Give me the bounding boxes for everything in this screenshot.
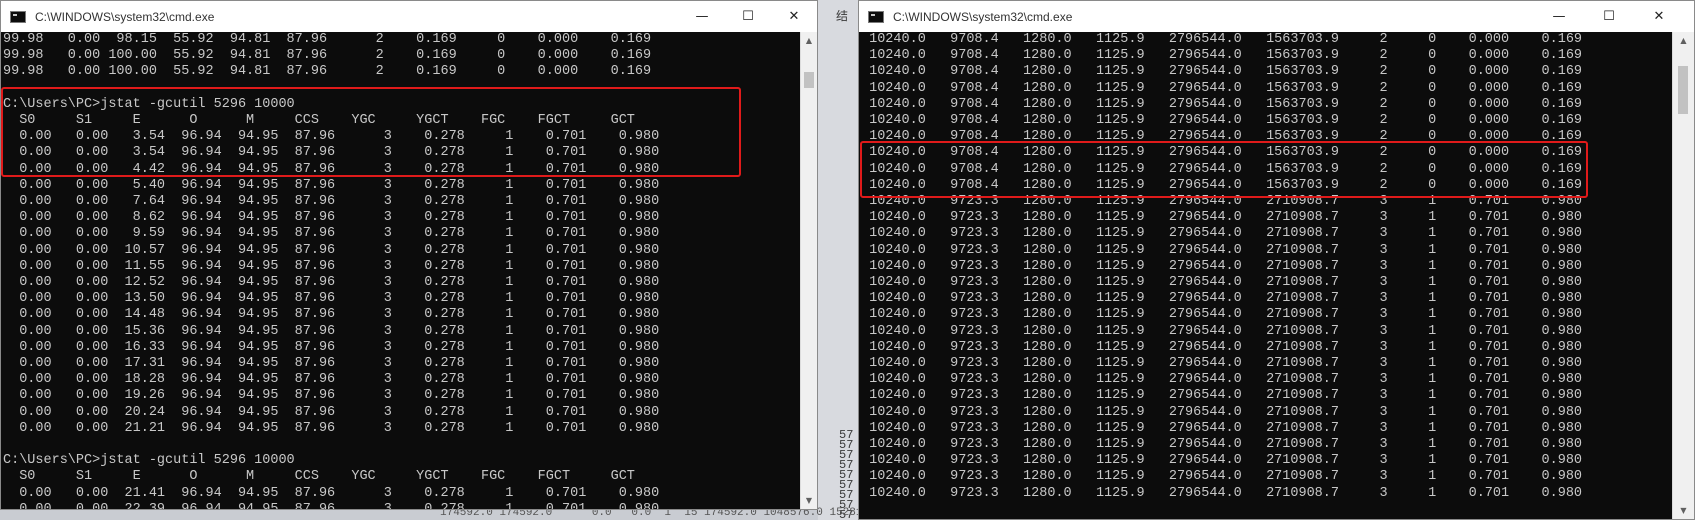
console-line: 0.00 0.00 9.59 96.94 94.95 87.96 3 0.278… <box>3 226 660 242</box>
maximize-icon: ☐ <box>1603 9 1615 24</box>
console-line: 10240.0 9723.3 1280.0 1125.9 2796544.0 2… <box>861 388 1583 404</box>
console-line: 10240.0 9708.4 1280.0 1125.9 2796544.0 1… <box>861 113 1583 129</box>
console-line: 10240.0 9708.4 1280.0 1125.9 2796544.0 1… <box>861 64 1583 80</box>
console-line: 10240.0 9723.3 1280.0 1125.9 2796544.0 2… <box>861 258 1583 274</box>
console-line: 10240.0 9708.4 1280.0 1125.9 2796544.0 1… <box>861 96 1583 112</box>
scrollbar-thumb[interactable] <box>804 72 814 88</box>
console-line: 10240.0 9723.3 1280.0 1125.9 2796544.0 2… <box>861 291 1583 307</box>
console-line: 10240.0 9708.4 1280.0 1125.9 2796544.0 1… <box>861 145 1583 161</box>
maximize-icon: ☐ <box>742 9 754 24</box>
console-line: 10240.0 9723.3 1280.0 1125.9 2796544.0 2… <box>861 469 1583 485</box>
console-line: 10240.0 9723.3 1280.0 1125.9 2796544.0 2… <box>861 323 1583 339</box>
left-console-output[interactable]: 99.98 0.00 98.15 55.92 94.81 87.96 2 0.1… <box>1 32 800 509</box>
left-scrollbar[interactable]: ▲ ▼ <box>800 32 817 509</box>
right-window-title: C:\WINDOWS\system32\cmd.exe <box>893 9 1073 24</box>
console-line: C:\Users\PC>jstat -gcutil 5296 10000 <box>3 453 295 469</box>
console-line: 0.00 0.00 21.21 96.94 94.95 87.96 3 0.27… <box>3 420 660 436</box>
console-line: 10240.0 9708.4 1280.0 1125.9 2796544.0 1… <box>861 80 1583 96</box>
console-line: 0.00 0.00 18.28 96.94 94.95 87.96 3 0.27… <box>3 372 660 388</box>
console-line: 10240.0 9723.3 1280.0 1125.9 2796544.0 2… <box>861 453 1583 469</box>
scroll-down-arrow-icon[interactable]: ▼ <box>801 492 817 509</box>
console-line: C:\Users\PC>jstat -gcutil 5296 10000 <box>3 96 295 112</box>
console-line: 0.00 0.00 20.24 96.94 94.95 87.96 3 0.27… <box>3 404 660 420</box>
right-console-output[interactable]: 10240.0 9708.4 1280.0 1125.9 2796544.0 1… <box>859 32 1672 519</box>
minimize-button[interactable]: — <box>1536 1 1582 32</box>
console-line: 0.00 0.00 7.64 96.94 94.95 87.96 3 0.278… <box>3 194 660 210</box>
console-line: 10240.0 9708.4 1280.0 1125.9 2796544.0 1… <box>861 129 1583 145</box>
console-line: 10240.0 9723.3 1280.0 1125.9 2796544.0 2… <box>861 437 1583 453</box>
console-line: 0.00 0.00 13.50 96.94 94.95 87.96 3 0.27… <box>3 291 660 307</box>
close-icon: ✕ <box>788 9 800 24</box>
console-line: 99.98 0.00 100.00 55.92 94.81 87.96 2 0.… <box>3 64 652 80</box>
right-scrollbar[interactable]: ▲ ▼ <box>1672 32 1694 519</box>
minimize-icon: — <box>695 9 709 24</box>
console-line: 10240.0 9723.3 1280.0 1125.9 2796544.0 2… <box>861 420 1583 436</box>
console-line: 10240.0 9723.3 1280.0 1125.9 2796544.0 2… <box>861 242 1583 258</box>
console-line: 0.00 0.00 4.42 96.94 94.95 87.96 3 0.278… <box>3 161 660 177</box>
left-cmd-window[interactable]: C:\WINDOWS\system32\cmd.exe — ☐ ✕ 99.98 … <box>0 0 818 510</box>
console-line: 0.00 0.00 16.33 96.94 94.95 87.96 3 0.27… <box>3 339 660 355</box>
scroll-down-arrow-icon[interactable]: ▼ <box>1673 502 1694 519</box>
console-line: 0.00 0.00 19.26 96.94 94.95 87.96 3 0.27… <box>3 388 660 404</box>
console-line: S0 S1 E O M CCS YGC YGCT FGC FGCT GCT <box>3 469 635 485</box>
left-window-title: C:\WINDOWS\system32\cmd.exe <box>35 9 215 24</box>
right-cmd-window[interactable]: C:\WINDOWS\system32\cmd.exe — ☐ ✕ 10240.… <box>858 0 1695 520</box>
console-line: 0.00 0.00 14.48 96.94 94.95 87.96 3 0.27… <box>3 307 660 323</box>
console-line: 0.00 0.00 3.54 96.94 94.95 87.96 3 0.278… <box>3 145 660 161</box>
console-line: 0.00 0.00 11.55 96.94 94.95 87.96 3 0.27… <box>3 258 660 274</box>
scroll-up-arrow-icon[interactable]: ▲ <box>1673 32 1694 49</box>
console-line: 0.00 0.00 17.31 96.94 94.95 87.96 3 0.27… <box>3 356 660 372</box>
console-line: 10240.0 9723.3 1280.0 1125.9 2796544.0 2… <box>861 275 1583 291</box>
cmd-app-icon <box>868 10 884 23</box>
close-button[interactable]: ✕ <box>771 1 817 32</box>
console-line: 0.00 0.00 10.57 96.94 94.95 87.96 3 0.27… <box>3 242 660 258</box>
console-line: 10240.0 9723.3 1280.0 1125.9 2796544.0 2… <box>861 210 1583 226</box>
console-line: S0 S1 E O M CCS YGC YGCT FGC FGCT GCT <box>3 113 635 129</box>
console-line: 0.00 0.00 22.39 96.94 94.95 87.96 3 0.27… <box>3 502 800 509</box>
close-icon: ✕ <box>1653 9 1665 24</box>
console-line: 10240.0 9723.3 1280.0 1125.9 2796544.0 2… <box>861 194 1583 210</box>
console-line: 10240.0 9708.4 1280.0 1125.9 2796544.0 1… <box>861 177 1583 193</box>
console-line: 10240.0 9723.3 1280.0 1125.9 2796544.0 2… <box>861 226 1583 242</box>
console-line: 99.98 0.00 98.15 55.92 94.81 87.96 2 0.1… <box>3 32 652 47</box>
console-line: 10240.0 9723.3 1280.0 1125.9 2796544.0 2… <box>861 307 1583 323</box>
console-line: 10240.0 9723.3 1280.0 1125.9 2796544.0 2… <box>861 339 1583 355</box>
scrollbar-thumb[interactable] <box>1678 66 1688 114</box>
close-button[interactable]: ✕ <box>1636 1 1682 32</box>
console-line: 99.98 0.00 100.00 55.92 94.81 87.96 2 0.… <box>3 48 652 64</box>
console-line: 10240.0 9723.3 1280.0 1125.9 2796544.0 2… <box>861 356 1583 372</box>
console-line: 10240.0 9723.3 1280.0 1125.9 2796544.0 2… <box>861 404 1583 420</box>
console-line: 10240.0 9708.4 1280.0 1125.9 2796544.0 1… <box>861 32 1583 47</box>
console-line: 0.00 0.00 5.40 96.94 94.95 87.96 3 0.278… <box>3 177 660 193</box>
console-line: 0.00 0.00 15.36 96.94 94.95 87.96 3 0.27… <box>3 323 660 339</box>
console-line: 10240.0 9723.3 1280.0 1125.9 2796544.0 2… <box>861 372 1583 388</box>
maximize-button[interactable]: ☐ <box>725 1 771 32</box>
maximize-button[interactable]: ☐ <box>1586 1 1632 32</box>
minimize-button[interactable]: — <box>679 1 725 32</box>
minimize-icon: — <box>1552 9 1566 24</box>
console-line: 10240.0 9723.3 1280.0 1125.9 2796544.0 2… <box>861 485 1583 501</box>
console-line: 0.00 0.00 3.54 96.94 94.95 87.96 3 0.278… <box>3 129 660 145</box>
cmd-app-icon <box>10 10 26 23</box>
right-title-bar[interactable]: C:\WINDOWS\system32\cmd.exe — ☐ ✕ <box>859 1 1694 32</box>
left-title-bar[interactable]: C:\WINDOWS\system32\cmd.exe — ☐ ✕ <box>1 1 817 32</box>
console-line: 0.00 0.00 21.41 96.94 94.95 87.96 3 0.27… <box>3 485 660 501</box>
console-line: 10240.0 9708.4 1280.0 1125.9 2796544.0 1… <box>861 48 1583 64</box>
console-line: 0.00 0.00 12.52 96.94 94.95 87.96 3 0.27… <box>3 275 660 291</box>
console-line: 10240.0 9708.4 1280.0 1125.9 2796544.0 1… <box>861 161 1583 177</box>
scroll-up-arrow-icon[interactable]: ▲ <box>801 32 817 49</box>
console-line: 0.00 0.00 8.62 96.94 94.95 87.96 3 0.278… <box>3 210 660 226</box>
background-gap-text: 结 <box>836 10 849 24</box>
